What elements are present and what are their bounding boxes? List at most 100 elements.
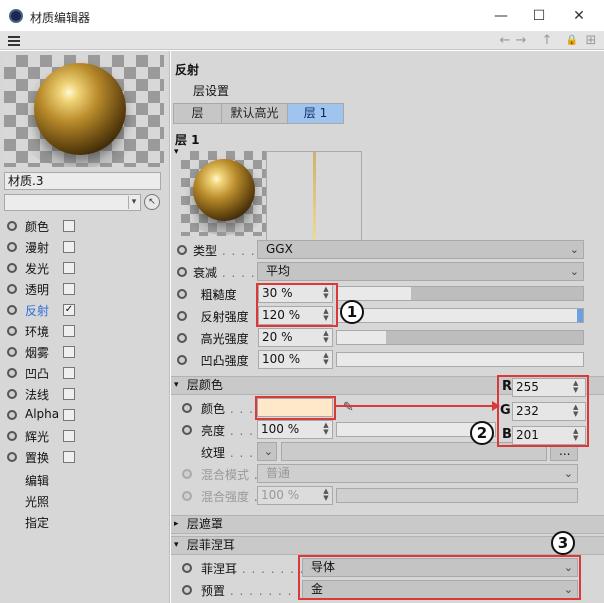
reflect-strength-label: 反射强度 xyxy=(200,310,249,324)
sidebar-item-displacement[interactable]: 置换 xyxy=(0,447,170,467)
sidebar-item-fog[interactable]: 烟雾 xyxy=(0,342,170,362)
preset-label: 预置 xyxy=(201,584,226,598)
animate-dot-icon[interactable] xyxy=(182,469,192,479)
animate-dot-icon[interactable] xyxy=(177,245,187,255)
blend-strength-field[interactable]: 100 % ▲ ▼ xyxy=(257,486,333,505)
sidebar-item-assign[interactable]: 指定 xyxy=(0,512,170,532)
sidebar-item-alpha[interactable]: Alpha xyxy=(0,405,170,425)
channel-checkbox[interactable] xyxy=(63,451,75,463)
animate-dot-icon[interactable] xyxy=(182,403,192,413)
channel-checkbox[interactable] xyxy=(63,430,75,442)
lock-icon[interactable]: 🔒 xyxy=(563,32,581,50)
tab-default-specular[interactable]: 默认高光 xyxy=(222,104,288,123)
material-sphere xyxy=(34,63,126,155)
sidebar-item-color[interactable]: 颜色 xyxy=(0,216,170,236)
sidebar-item-illumination[interactable]: 光照 xyxy=(0,491,170,511)
layer-fresnel-header[interactable]: ▾ 层菲涅耳 xyxy=(171,536,604,555)
channel-checkbox[interactable] xyxy=(63,367,75,379)
animate-dot-icon[interactable] xyxy=(177,311,187,321)
reflect-strength-slider[interactable] xyxy=(336,308,584,323)
channel-dot-icon xyxy=(7,410,17,420)
channel-checkbox[interactable] xyxy=(63,346,75,358)
channel-dot-icon xyxy=(7,305,17,315)
brightness-label: 亮度 xyxy=(201,424,226,438)
material-preview[interactable] xyxy=(4,55,164,167)
channel-checkbox[interactable] xyxy=(63,325,75,337)
layer-sphere xyxy=(193,159,255,221)
sidebar-item-transparency[interactable]: 透明 xyxy=(0,279,170,299)
sidebar-item-normal[interactable]: 法线 xyxy=(0,384,170,404)
channel-checkbox[interactable] xyxy=(63,262,75,274)
chevron-down-icon: ⌄ xyxy=(569,265,579,278)
callout-2: 2 xyxy=(470,421,494,445)
animate-dot-icon[interactable] xyxy=(182,563,192,573)
animate-dot-icon[interactable] xyxy=(177,355,187,365)
animate-dot-icon[interactable] xyxy=(177,289,187,299)
roughness-slider[interactable] xyxy=(336,286,584,301)
channel-label: 法线 xyxy=(25,388,50,402)
sidebar-item-reflectance[interactable]: 反射 ✓ xyxy=(0,300,170,320)
channel-label: 漫射 xyxy=(25,241,50,255)
reflectance-panel: 反射 层设置 层 默认高光 层 1 层 1 ▾ 类型 . . . . GGX ⌄ … xyxy=(171,51,604,603)
channel-label: Alpha xyxy=(25,407,60,421)
channel-checkbox[interactable]: ✓ xyxy=(63,304,75,316)
channel-dot-icon xyxy=(7,389,17,399)
reflect-distribution-graph xyxy=(266,151,362,243)
bump-strength-field[interactable]: 100 % ▲ ▼ xyxy=(258,350,333,369)
attenuation-label: 衰减 xyxy=(193,266,218,280)
channel-checkbox[interactable] xyxy=(63,388,75,400)
sidebar-item-environment[interactable]: 环境 xyxy=(0,321,170,341)
tab-layer-1[interactable]: 层 1 xyxy=(288,104,343,123)
channel-dot-icon xyxy=(7,221,17,231)
up-arrow-icon[interactable]: ↑ xyxy=(538,32,556,50)
sidebar-item-edit[interactable]: 编辑 xyxy=(0,470,170,490)
layer-preview xyxy=(181,151,267,236)
minimize-button[interactable]: — xyxy=(490,6,512,26)
menu-icon[interactable] xyxy=(8,36,20,46)
picker-icon[interactable]: ↖ xyxy=(144,194,160,210)
tab-layers[interactable]: 层 xyxy=(174,104,222,123)
new-view-icon[interactable]: ⊞ xyxy=(582,32,600,50)
sidebar-item-bump[interactable]: 凹凸 xyxy=(0,363,170,383)
channel-checkbox[interactable] xyxy=(63,241,75,253)
brightness-field[interactable]: 100 % ▲ ▼ xyxy=(257,420,333,439)
bump-strength-slider[interactable] xyxy=(336,352,584,367)
material-name-field[interactable]: 材质.3 xyxy=(4,172,161,190)
sidebar-item-luminance[interactable]: 发光 xyxy=(0,258,170,278)
layer-tabs: 层 默认高光 层 1 xyxy=(173,103,344,124)
channel-label: 置换 xyxy=(25,451,50,465)
window-title: 材质编辑器 xyxy=(30,11,91,25)
bump-strength-label: 凹凸强度 xyxy=(200,354,249,368)
animate-dot-icon[interactable] xyxy=(177,267,187,277)
channel-checkbox[interactable] xyxy=(63,409,75,421)
channel-checkbox[interactable] xyxy=(63,220,75,232)
animate-dot-icon[interactable] xyxy=(182,585,192,595)
attenuation-dropdown[interactable]: 平均 ⌄ xyxy=(257,262,584,281)
channel-dot-icon xyxy=(7,368,17,378)
channel-dot-icon xyxy=(7,284,17,294)
channel-dot-icon xyxy=(7,452,17,462)
texture-menu-button[interactable]: ⌄ xyxy=(257,442,277,461)
channel-checkbox[interactable] xyxy=(63,283,75,295)
animate-dot-icon[interactable] xyxy=(177,333,187,343)
layer-mask-header[interactable]: ▸ 层遮罩 xyxy=(171,515,604,534)
animate-dot-icon[interactable] xyxy=(182,491,192,501)
row-type: 类型 . . . . GGX ⌄ xyxy=(171,239,604,260)
close-button[interactable]: ✕ xyxy=(568,6,590,26)
sidebar-item-glow[interactable]: 辉光 xyxy=(0,426,170,446)
maximize-button[interactable]: ☐ xyxy=(528,6,550,26)
channel-label: 辉光 xyxy=(25,430,50,444)
chevron-down-icon: ⌄ xyxy=(569,243,579,256)
spec-strength-field[interactable]: 20 % ▲ ▼ xyxy=(258,328,333,347)
blend-mode-dropdown[interactable]: 普通 ⌄ xyxy=(257,464,578,483)
highlight-box-2 xyxy=(497,375,589,447)
sidebar-item-diffusion[interactable]: 漫射 xyxy=(0,237,170,257)
collapse-icon[interactable]: ▾ xyxy=(174,147,179,157)
type-dropdown[interactable]: GGX ⌄ xyxy=(257,240,584,259)
material-dropdown[interactable]: ▾ xyxy=(4,194,141,211)
blend-strength-slider[interactable] xyxy=(336,488,578,503)
spec-strength-slider[interactable] xyxy=(336,330,584,345)
forward-arrow-icon[interactable]: → xyxy=(512,32,530,50)
layer-settings-label: 层设置 xyxy=(193,84,230,98)
animate-dot-icon[interactable] xyxy=(182,425,192,435)
